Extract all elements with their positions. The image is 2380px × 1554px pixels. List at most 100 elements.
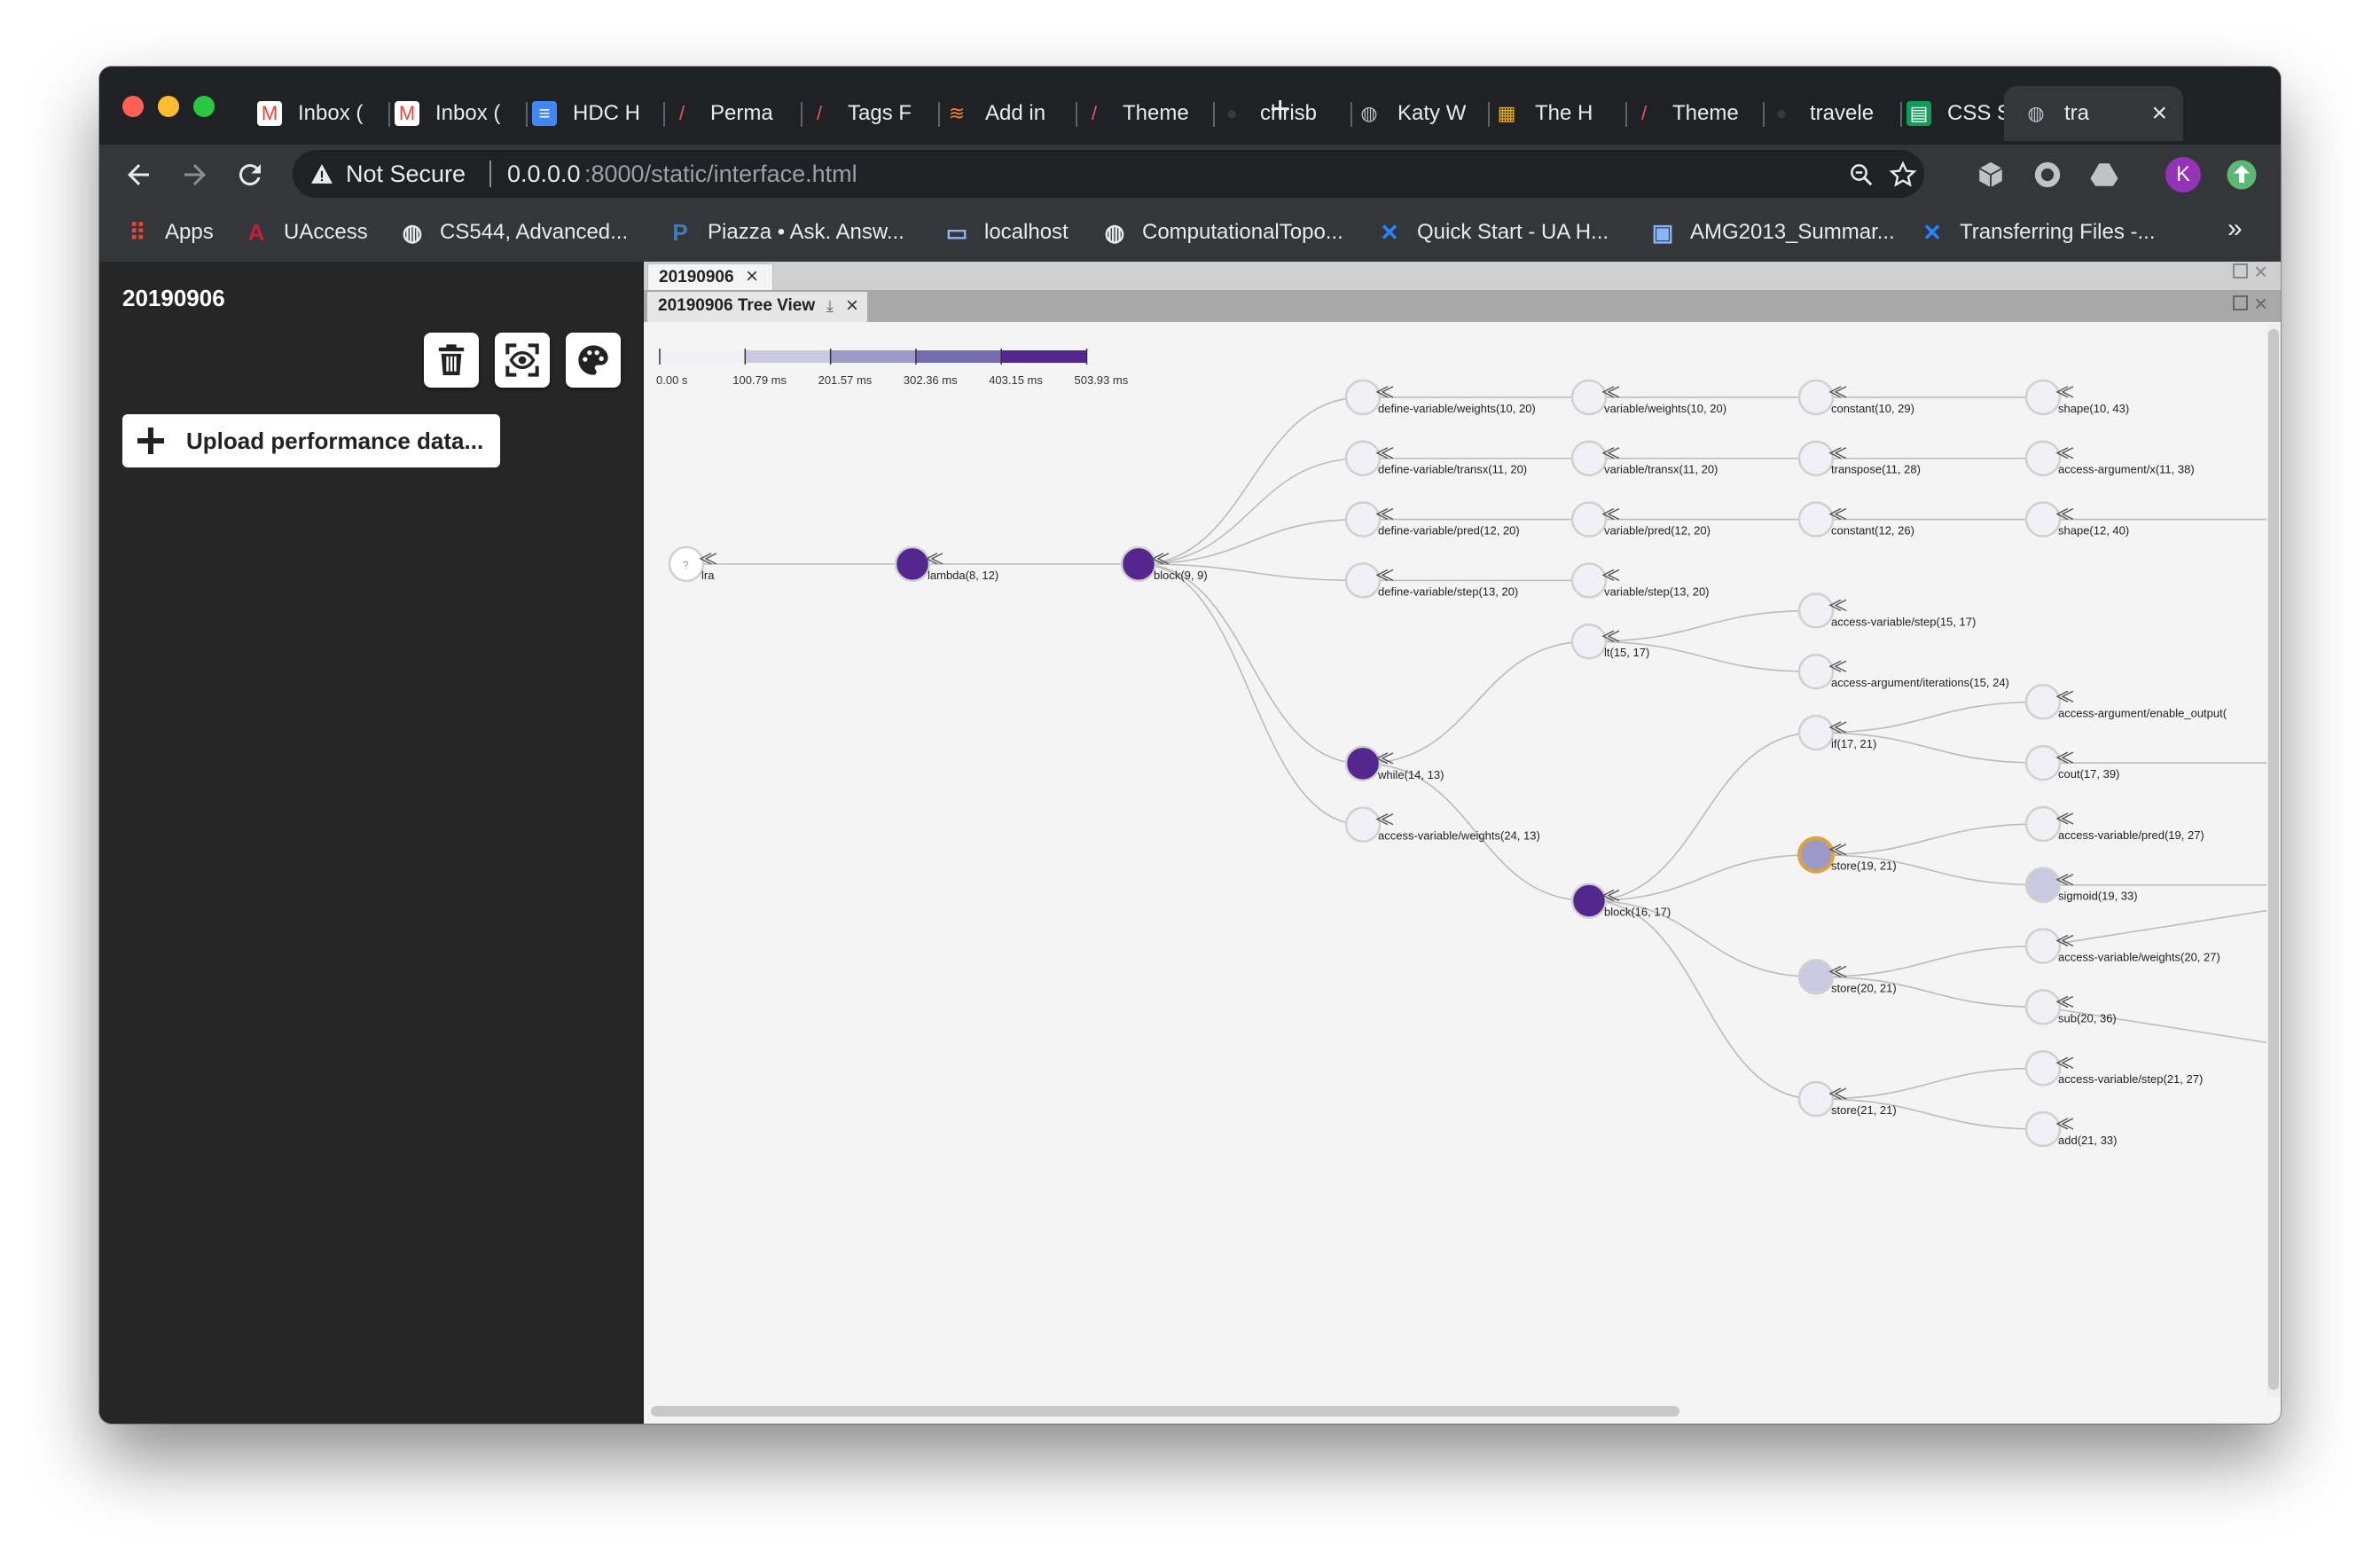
delete-button[interactable] bbox=[424, 333, 479, 388]
node-circle[interactable] bbox=[1797, 653, 1835, 690]
horizontal-scroll-thumb[interactable] bbox=[651, 1406, 1679, 1417]
node-circle[interactable] bbox=[1344, 440, 1382, 476]
upload-performance-button[interactable]: Upload performance data... bbox=[122, 414, 500, 467]
bookmark-item[interactable]: A UAccess bbox=[243, 216, 368, 249]
tree-node[interactable]: access-argument/x(11, 38) bbox=[2024, 440, 2195, 476]
node-circle[interactable] bbox=[1797, 440, 1835, 476]
tree-node[interactable]: access-argument/enable_output( bbox=[2024, 684, 2227, 720]
tree-node[interactable]: while(14, 13) bbox=[1344, 745, 1444, 782]
forward-icon[interactable] bbox=[179, 159, 211, 191]
node-circle[interactable] bbox=[2024, 928, 2062, 964]
node-circle[interactable] bbox=[1570, 501, 1608, 538]
node-circle[interactable] bbox=[1570, 623, 1608, 660]
node-circle[interactable] bbox=[2024, 805, 2062, 843]
extension-circle-icon[interactable] bbox=[2032, 160, 2063, 190]
tree-node[interactable]: add(21, 33) bbox=[2024, 1111, 2118, 1148]
bookmark-item[interactable]: ◍ CS544, Advanced... bbox=[399, 216, 629, 249]
node-circle[interactable] bbox=[2024, 1111, 2062, 1148]
back-icon[interactable] bbox=[122, 159, 154, 191]
vertical-scroll-thumb[interactable] bbox=[2268, 329, 2279, 1390]
node-circle[interactable] bbox=[2024, 684, 2062, 720]
maximize-outer-icon[interactable] bbox=[2233, 263, 2248, 279]
new-tab-button[interactable]: + bbox=[1270, 90, 1290, 130]
node-circle[interactable] bbox=[1570, 440, 1608, 476]
update-arrow-icon[interactable] bbox=[2226, 159, 2258, 191]
profile-avatar[interactable]: K bbox=[2165, 157, 2201, 192]
browser-tab[interactable]: ≋ Add in bbox=[928, 86, 1077, 141]
browser-tab[interactable]: / Perma bbox=[654, 86, 802, 141]
tree-node[interactable]: sub(20, 36) bbox=[2024, 989, 2117, 1025]
node-circle[interactable] bbox=[1797, 714, 1835, 751]
bookmark-item[interactable]: ◍ ComputationalTopo... bbox=[1101, 216, 1343, 249]
node-circle[interactable] bbox=[2024, 1049, 2062, 1087]
node-circle[interactable] bbox=[1570, 562, 1608, 599]
bookmark-item[interactable]: ⠿ Apps bbox=[124, 216, 213, 249]
browser-tab[interactable]: ▤ CSS S bbox=[1891, 86, 2018, 141]
tab-active[interactable]: ◍ tra × bbox=[2004, 86, 2183, 141]
focus-button[interactable] bbox=[495, 333, 550, 388]
node-circle[interactable] bbox=[1344, 562, 1382, 599]
minimize-window-button[interactable] bbox=[158, 96, 179, 117]
tree-node[interactable]: access-variable/step(21, 27) bbox=[2024, 1049, 2203, 1087]
tab-tree-view-close-icon[interactable]: × bbox=[846, 294, 858, 318]
vertical-scrollbar[interactable] bbox=[2266, 324, 2281, 1397]
node-circle[interactable] bbox=[1797, 959, 1835, 995]
browser-tab[interactable]: / Tags F bbox=[791, 86, 940, 141]
node-circle[interactable] bbox=[2024, 744, 2062, 781]
node-circle[interactable] bbox=[1344, 501, 1382, 538]
zoom-window-button[interactable] bbox=[193, 96, 215, 117]
bookmark-item[interactable]: P Piazza • Ask. Answ... bbox=[667, 216, 904, 249]
extension-drive-icon[interactable] bbox=[2089, 160, 2119, 190]
tree-node[interactable]: access-variable/weights(24, 13) bbox=[1344, 806, 1540, 843]
close-window-button[interactable] bbox=[122, 96, 144, 117]
address-bar[interactable]: Not Secure 0.0.0.0 :8000/static/interfac… bbox=[293, 150, 1924, 198]
tree-node[interactable]: variable/step(13, 20) bbox=[1570, 562, 1710, 599]
node-circle[interactable] bbox=[1797, 501, 1835, 538]
tree-node[interactable]: access-argument/iterations(15, 24) bbox=[1797, 653, 2009, 690]
node-circle[interactable] bbox=[2024, 867, 2062, 903]
node-circle[interactable] bbox=[894, 545, 931, 583]
node-circle[interactable] bbox=[1797, 593, 1835, 629]
more-bookmarks-button[interactable]: » bbox=[2227, 214, 2243, 244]
node-circle[interactable] bbox=[1570, 379, 1608, 416]
tab-overview-close-icon[interactable]: × bbox=[746, 264, 758, 289]
horizontal-scrollbar[interactable] bbox=[644, 1397, 2281, 1424]
extension-cube-icon[interactable] bbox=[1976, 160, 2006, 190]
security-label[interactable]: Not Secure bbox=[346, 161, 466, 188]
bookmark-item[interactable]: ▣ AMG2013_Summar... bbox=[1649, 216, 1895, 249]
node-circle[interactable] bbox=[1797, 1080, 1835, 1118]
reload-icon[interactable] bbox=[234, 159, 266, 191]
node-circle[interactable] bbox=[1344, 379, 1382, 416]
node-circle[interactable] bbox=[2024, 379, 2062, 416]
node-circle[interactable] bbox=[1344, 806, 1382, 843]
node-circle[interactable] bbox=[1344, 745, 1382, 782]
tree-node[interactable]: access-variable/pred(19, 27) bbox=[2024, 805, 2204, 843]
node-circle[interactable] bbox=[2024, 501, 2062, 538]
close-inner-icon[interactable]: × bbox=[2254, 290, 2267, 318]
browser-tab[interactable]: M Inbox ( bbox=[379, 86, 528, 141]
tree-node[interactable]: access-variable/step(15, 17) bbox=[1797, 593, 1976, 629]
download-icon[interactable]: ⤓ bbox=[826, 297, 834, 316]
tab-tree-view[interactable]: 20190906 Tree View ⤓ × bbox=[647, 292, 867, 322]
color-scheme-button[interactable] bbox=[566, 333, 621, 388]
bookmark-item[interactable]: ▭ localhost bbox=[943, 216, 1069, 249]
node-circle[interactable] bbox=[1797, 379, 1835, 416]
node-circle[interactable] bbox=[1120, 545, 1157, 583]
bookmark-item[interactable]: ✕ Quick Start - UA H... bbox=[1376, 216, 1609, 249]
tab-overview[interactable]: 20190906 × bbox=[647, 263, 773, 291]
bookmark-item[interactable]: ✕ Transferring Files -... bbox=[1919, 216, 2155, 249]
browser-tab[interactable]: / Theme bbox=[1616, 86, 1765, 141]
bookmark-star-icon[interactable] bbox=[1889, 161, 1917, 189]
tree-view-canvas[interactable]: 0.00 s 100.79 ms 201.57 ms 302.36 ms 403.15 … bbox=[644, 324, 2266, 1397]
browser-tab[interactable]: ◍ Katy W bbox=[1341, 86, 1490, 141]
tree-node[interactable]: shape(10, 43) bbox=[2024, 379, 2129, 416]
node-circle[interactable] bbox=[2024, 440, 2062, 476]
browser-tab[interactable]: M Inbox ( bbox=[241, 86, 390, 141]
close-outer-icon[interactable]: × bbox=[2254, 258, 2267, 286]
browser-tab[interactable]: ≡ HDC H bbox=[516, 86, 665, 141]
node-circle[interactable] bbox=[1797, 836, 1835, 874]
close-tab-icon[interactable]: × bbox=[2151, 98, 2167, 129]
browser-tab[interactable]: ● travele bbox=[1753, 86, 1902, 141]
browser-tab[interactable]: / Theme bbox=[1066, 86, 1215, 141]
maximize-inner-icon[interactable] bbox=[2233, 295, 2248, 310]
